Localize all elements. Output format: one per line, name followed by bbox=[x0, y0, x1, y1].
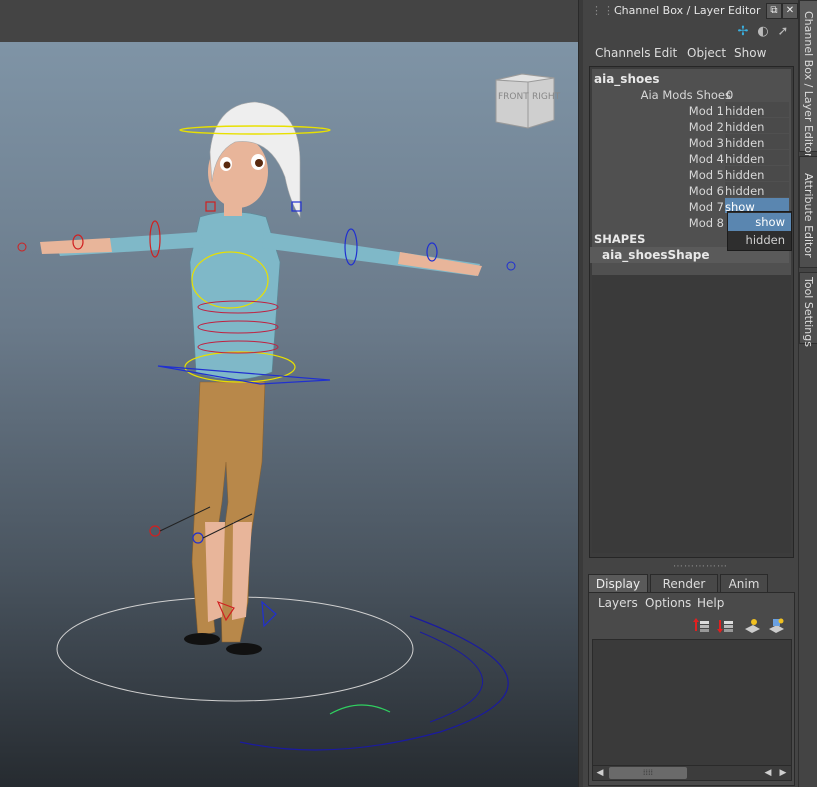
channel-label[interactable]: Aia Mods Shoes bbox=[641, 88, 731, 102]
menu-help[interactable]: Help bbox=[697, 596, 724, 610]
3d-viewport[interactable]: FRONT RIGHT bbox=[0, 42, 578, 787]
side-tab-attribute-editor-label: Attribute Editor bbox=[802, 173, 815, 258]
layer-list[interactable] bbox=[592, 639, 792, 769]
panel-title: Channel Box / Layer Editor bbox=[614, 4, 761, 17]
panel-split-handle[interactable]: ⋯⋯⋯⋯⋯ bbox=[673, 561, 728, 572]
menu-options[interactable]: Options bbox=[645, 596, 691, 610]
layer-move-up-icon[interactable] bbox=[693, 617, 711, 635]
channel-label[interactable]: Mod 1 bbox=[689, 104, 724, 118]
left-pupil bbox=[223, 161, 231, 169]
right-pupil bbox=[255, 159, 263, 167]
character-legs bbox=[191, 381, 266, 643]
tab-display[interactable]: Display bbox=[588, 574, 648, 593]
channel-box-empty-area bbox=[592, 275, 791, 553]
panel-title-bar[interactable]: ⋮⋮⋮ Channel Box / Layer Editor ⧉ ✕ bbox=[583, 0, 798, 22]
channel-label[interactable]: Mod 2 bbox=[689, 120, 724, 134]
float-icon[interactable]: ⧉ bbox=[766, 3, 782, 19]
view-cube[interactable]: FRONT RIGHT bbox=[492, 72, 560, 132]
channel-label[interactable]: Mod 7 bbox=[689, 200, 724, 214]
channel-value[interactable]: hidden bbox=[725, 168, 764, 182]
scroll-left-icon[interactable]: ◀ bbox=[593, 766, 607, 780]
menu-channels[interactable]: Channels bbox=[595, 46, 651, 60]
dropdown-option-show[interactable]: show bbox=[728, 213, 791, 231]
root-control-arc bbox=[239, 615, 509, 751]
side-tab-channel-box[interactable]: Channel Box / Layer Editor bbox=[799, 0, 817, 158]
shape-name[interactable]: aia_shoesShape bbox=[602, 248, 710, 262]
left-knee-pole bbox=[149, 525, 161, 537]
layer-move-down-icon[interactable] bbox=[717, 617, 735, 635]
channel-box-layer-editor-panel: ⋮⋮⋮ Channel Box / Layer Editor ⧉ ✕ ✢ ◐ ➚… bbox=[583, 0, 798, 787]
viewport-toolbar bbox=[0, 0, 580, 43]
channel-label[interactable]: Mod 5 bbox=[689, 168, 724, 182]
channel-label[interactable]: Mod 4 bbox=[689, 152, 724, 166]
view-cube-front-label: FRONT bbox=[498, 92, 529, 102]
close-icon[interactable]: ✕ bbox=[782, 3, 798, 19]
right-foot-control bbox=[261, 600, 277, 628]
side-tab-tool-settings[interactable]: Tool Settings bbox=[799, 272, 817, 347]
channel-box: aia_shoes Aia Mods Shoes 0 Mod 1 hidden … bbox=[589, 66, 794, 558]
right-hand-pole bbox=[506, 261, 516, 271]
layer-list-scrollbar[interactable]: ◀ ⁞⁞⁞⁞ ◀ ▶ bbox=[592, 765, 792, 781]
layer-editor-icon[interactable]: ◐ bbox=[755, 24, 771, 40]
green-control-curve bbox=[329, 704, 391, 715]
left-shoe bbox=[184, 633, 220, 645]
channel-label[interactable]: Mod 6 bbox=[689, 184, 724, 198]
channel-label[interactable]: Mod 3 bbox=[689, 136, 724, 150]
channel-box-icon[interactable]: ✢ bbox=[735, 24, 751, 40]
dropdown-option-hidden[interactable]: hidden bbox=[728, 231, 791, 249]
object-name[interactable]: aia_shoes bbox=[594, 72, 660, 86]
menu-show[interactable]: Show bbox=[734, 46, 766, 60]
scroll-right-left-icon[interactable]: ◀ bbox=[761, 766, 775, 780]
layer-editor: Layers Options Help ◀ ⁞⁞⁞⁞ ◀ ▶ bbox=[588, 592, 795, 786]
left-clavicle-control bbox=[205, 201, 216, 212]
channel-value[interactable]: hidden bbox=[725, 184, 764, 198]
tab-render[interactable]: Render bbox=[650, 574, 718, 593]
channel-value[interactable]: 0 bbox=[726, 88, 733, 102]
view-cube-right-label: RIGHT bbox=[532, 92, 561, 102]
shapes-header: SHAPES bbox=[594, 232, 646, 246]
menu-edit[interactable]: Edit bbox=[654, 46, 677, 60]
root-control-arc-inner bbox=[419, 631, 483, 723]
scroll-right-icon[interactable]: ▶ bbox=[776, 766, 790, 780]
channel-value[interactable]: hidden bbox=[725, 152, 764, 166]
dock-side-tabs: Channel Box / Layer Editor Attribute Edi… bbox=[798, 0, 817, 787]
channel-value[interactable]: hidden bbox=[725, 104, 764, 118]
menu-layers[interactable]: Layers bbox=[598, 596, 638, 610]
side-tab-tool-settings-label: Tool Settings bbox=[802, 277, 815, 347]
channel-value[interactable]: hidden bbox=[725, 120, 764, 134]
viewport-scene bbox=[17, 101, 516, 751]
scroll-thumb[interactable]: ⁞⁞⁞⁞ bbox=[609, 767, 687, 779]
new-layer-from-selected-icon[interactable] bbox=[767, 617, 785, 635]
attribute-icon[interactable]: ➚ bbox=[775, 24, 791, 40]
channel-value[interactable]: hidden bbox=[725, 136, 764, 150]
right-shoe bbox=[226, 643, 262, 655]
view-cube-shape bbox=[495, 73, 555, 129]
side-tab-channel-box-label: Channel Box / Layer Editor bbox=[802, 11, 815, 158]
side-tab-attribute-editor[interactable]: Attribute Editor bbox=[799, 156, 817, 268]
channel-label[interactable]: Mod 8 bbox=[689, 216, 724, 230]
menu-object[interactable]: Object bbox=[687, 46, 726, 60]
left-hand-pole bbox=[17, 242, 27, 252]
tab-anim[interactable]: Anim bbox=[720, 574, 768, 593]
enum-dropdown[interactable]: show hidden bbox=[727, 211, 792, 251]
new-layer-icon[interactable] bbox=[743, 617, 761, 635]
